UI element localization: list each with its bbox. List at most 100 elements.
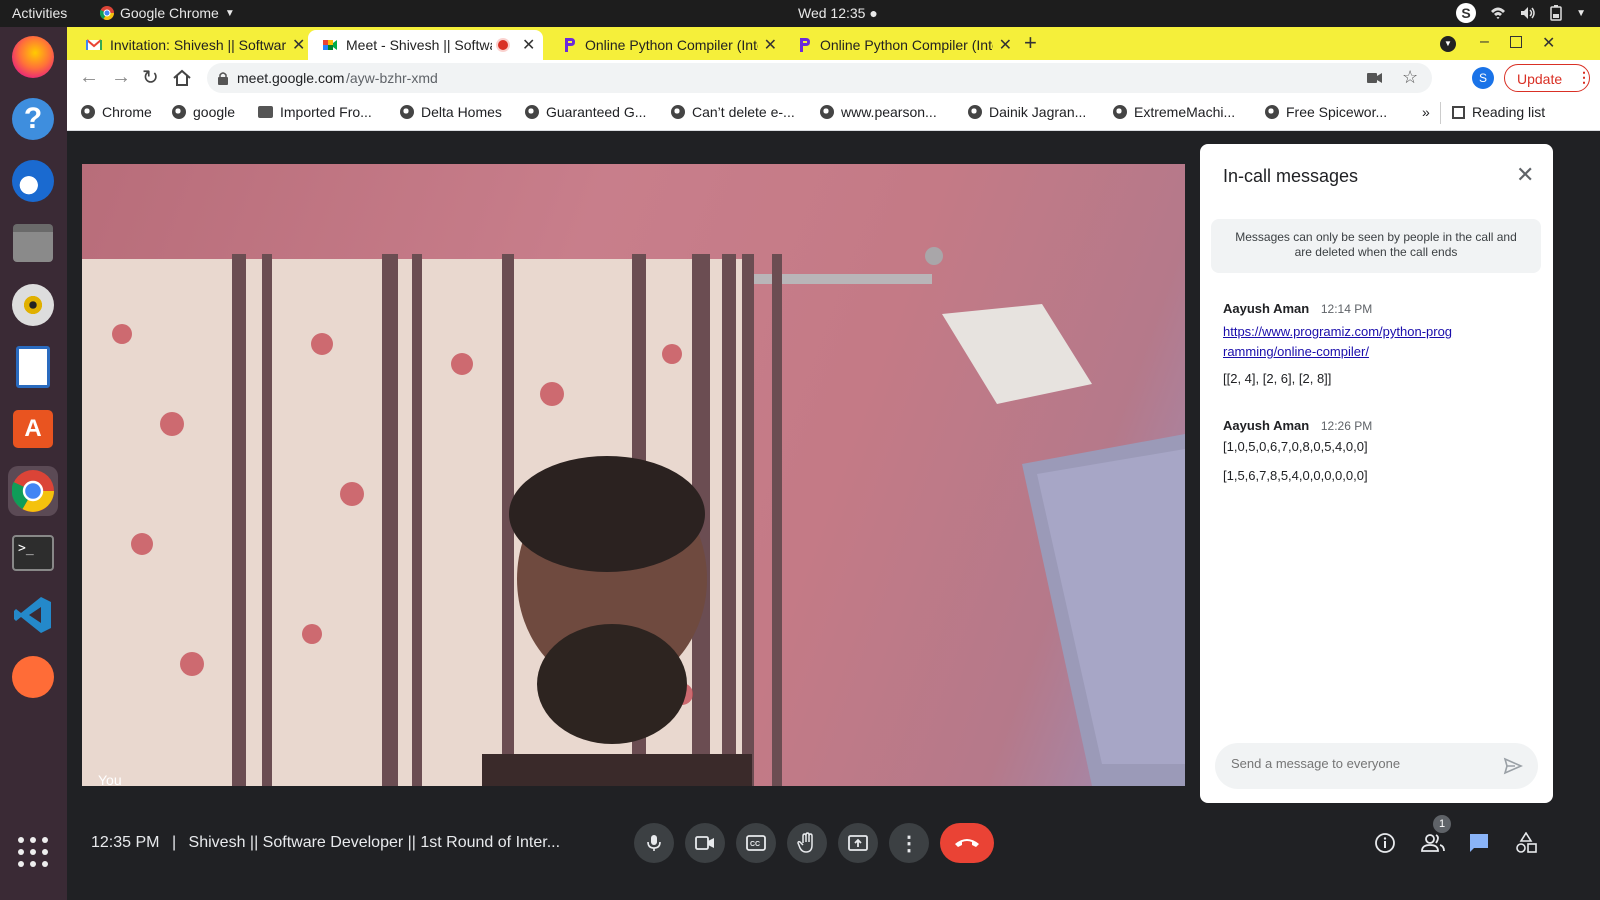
- dock-software[interactable]: A: [8, 404, 58, 454]
- clock[interactable]: Wed 12:35 ●: [798, 5, 878, 21]
- restore-button[interactable]: [1510, 36, 1522, 48]
- bookmark-item[interactable]: Guaranteed G...: [525, 104, 646, 120]
- leave-call-button[interactable]: [940, 823, 994, 863]
- captions-button[interactable]: CC: [736, 823, 776, 863]
- bookmark-item[interactable]: www.pearson...: [820, 104, 937, 120]
- dock-rhythmbox[interactable]: [8, 280, 58, 330]
- bookmark-item[interactable]: Dainik Jagran...: [968, 104, 1086, 120]
- in-call-messages-panel: In-call messages ✕ Messages can only be …: [1200, 144, 1553, 803]
- show-applications-button[interactable]: [8, 827, 58, 877]
- new-tab-button[interactable]: +: [1024, 30, 1037, 56]
- bookmark-item[interactable]: Free Spicewor...: [1265, 104, 1387, 120]
- microphone-button[interactable]: [634, 823, 674, 863]
- divider: |: [171, 834, 177, 851]
- dock-help[interactable]: ?: [8, 94, 58, 144]
- info-icon: [1375, 833, 1395, 853]
- activities-button[interactable]: [1515, 831, 1537, 859]
- dock-terminal[interactable]: >_: [8, 528, 58, 578]
- bookmark-label: Imported Fro...: [280, 104, 372, 120]
- send-icon[interactable]: [1503, 756, 1523, 776]
- back-button[interactable]: ←: [79, 66, 99, 89]
- address-bar[interactable]: meet.google.com /ayw-bzhr-xmd ☆: [207, 63, 1432, 93]
- close-window-button[interactable]: ✕: [1542, 33, 1555, 53]
- tab-gmail-invitation[interactable]: Invitation: Shivesh || Software ✕: [72, 30, 307, 60]
- end-call-icon: [955, 839, 979, 847]
- meeting-details-button[interactable]: [1374, 832, 1396, 859]
- ubuntu-dock: ? A >_: [0, 27, 67, 900]
- close-tab-icon[interactable]: ✕: [522, 35, 535, 55]
- url-host: meet.google.com: [237, 70, 345, 86]
- ubuntu-software-icon: A: [13, 410, 53, 448]
- tab-meet[interactable]: Meet - Shivesh || Software ✕: [308, 30, 543, 60]
- tab-python-compiler-1[interactable]: Online Python Compiler (Interp ✕: [547, 30, 777, 60]
- people-icon: [1421, 834, 1445, 852]
- camera-button[interactable]: [685, 823, 725, 863]
- profile-avatar[interactable]: S: [1472, 67, 1494, 89]
- system-tray[interactable]: S ▼: [1456, 3, 1586, 23]
- firefox-icon: [12, 36, 54, 78]
- closed-captions-icon: CC: [746, 835, 766, 851]
- globe-icon: [172, 105, 186, 119]
- bookmark-folder[interactable]: Imported Fro...: [258, 104, 372, 120]
- close-tab-icon[interactable]: ✕: [999, 35, 1012, 55]
- present-screen-button[interactable]: [838, 823, 878, 863]
- tab-title: Invitation: Shivesh || Software: [110, 37, 286, 53]
- reading-list-button[interactable]: Reading list: [1452, 104, 1545, 120]
- dock-files[interactable]: [8, 218, 58, 268]
- bookmark-label: Chrome: [102, 104, 152, 120]
- bookmark-divider: [1440, 102, 1441, 124]
- dock-firefox[interactable]: [8, 32, 58, 82]
- bookmark-item[interactable]: ExtremeMachi...: [1113, 104, 1235, 120]
- update-button[interactable]: Update ⋮: [1504, 64, 1591, 92]
- battery-icon: [1550, 5, 1562, 21]
- bookmark-label: Guaranteed G...: [546, 104, 647, 120]
- dock-postman[interactable]: [8, 652, 58, 702]
- camera-in-use-icon[interactable]: [1367, 72, 1383, 84]
- self-video-tile[interactable]: You: [82, 164, 1185, 786]
- home-icon[interactable]: [172, 68, 192, 88]
- minimize-button[interactable]: –: [1480, 33, 1489, 51]
- tab-python-compiler-2[interactable]: Online Python Compiler (Interp ✕: [782, 30, 1012, 60]
- programiz-icon: [565, 38, 575, 52]
- bookmark-item[interactable]: Delta Homes: [400, 104, 502, 120]
- app-menu[interactable]: Google Chrome ▼: [100, 5, 235, 21]
- dock-thunderbird[interactable]: [8, 156, 58, 206]
- dock-vscode[interactable]: [8, 590, 58, 640]
- app-name: Google Chrome: [120, 5, 219, 21]
- bookmark-label: Free Spicewor...: [1286, 104, 1388, 120]
- skype-icon[interactable]: S: [1456, 3, 1477, 23]
- show-everyone-button[interactable]: 1: [1421, 815, 1451, 859]
- activities-button[interactable]: Activities: [12, 5, 67, 21]
- chat-input[interactable]: [1229, 755, 1483, 772]
- bookmark-item[interactable]: google: [172, 104, 235, 120]
- tab-title: Online Python Compiler (Interp: [820, 37, 993, 53]
- activities-shapes-icon: [1516, 831, 1537, 853]
- close-tab-icon[interactable]: ✕: [764, 35, 777, 55]
- forward-button[interactable]: →: [111, 66, 131, 89]
- chrome-icon: [100, 6, 114, 20]
- globe-icon: [968, 105, 982, 119]
- people-count-badge: 1: [1433, 815, 1451, 833]
- more-options-button[interactable]: ⋮: [889, 823, 929, 863]
- globe-icon: [81, 105, 95, 119]
- close-tab-icon[interactable]: ✕: [292, 35, 305, 55]
- reload-button[interactable]: ↻: [142, 65, 159, 90]
- message-time: 12:14 PM: [1320, 302, 1373, 316]
- chat-with-everyone-button[interactable]: [1468, 832, 1490, 859]
- raise-hand-button[interactable]: [787, 823, 827, 863]
- globe-icon: [671, 105, 685, 119]
- message-link[interactable]: https://www.programiz.com/python-program…: [1223, 322, 1453, 362]
- close-panel-button[interactable]: ✕: [1516, 162, 1534, 188]
- help-icon: ?: [12, 98, 54, 140]
- more-bookmarks-button[interactable]: »: [1422, 104, 1430, 120]
- bookmark-item[interactable]: Can’t delete e-...: [671, 104, 795, 120]
- bookmark-item[interactable]: Chrome: [81, 104, 152, 120]
- chevron-down-icon: ▼: [224, 7, 235, 19]
- bookmark-star-icon[interactable]: ☆: [1402, 67, 1418, 88]
- power-menu-icon: ▼: [1576, 7, 1586, 19]
- dock-writer[interactable]: [8, 342, 58, 392]
- tab-search-button[interactable]: ▼: [1440, 36, 1456, 52]
- meet-page: You In-call messages ✕ Messages can only…: [67, 131, 1600, 900]
- volume-icon: [1521, 7, 1535, 19]
- dock-chrome[interactable]: [8, 466, 58, 516]
